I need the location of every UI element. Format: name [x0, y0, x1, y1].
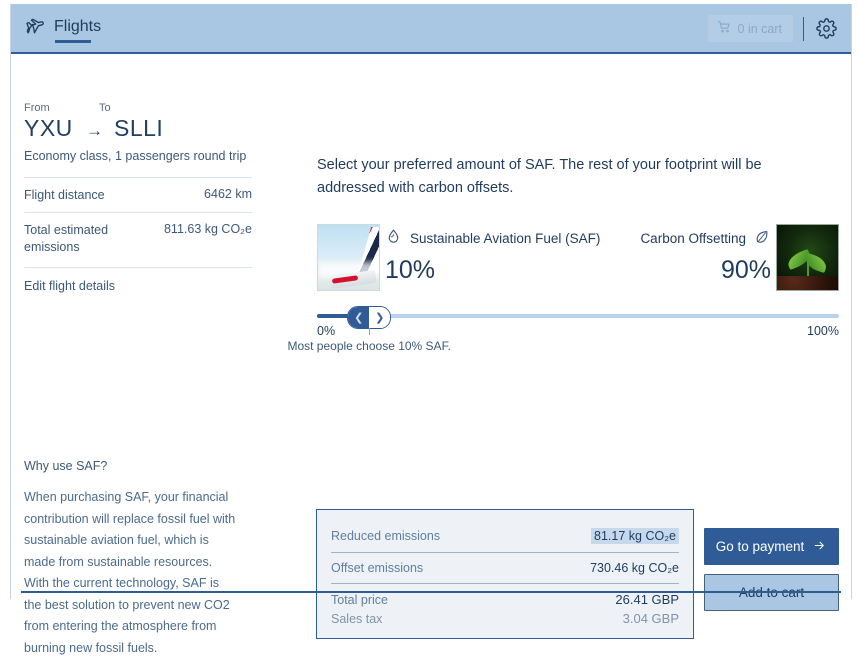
why-saf-title: Why use SAF? [24, 459, 108, 473]
total-emissions-label: Total estimated emissions [24, 223, 109, 254]
offset-emissions-value: 730.46 kg CO₂e [590, 561, 679, 575]
sales-tax-value: 3.04 GBP [622, 611, 679, 626]
cart-button[interactable]: 0 in cart [707, 15, 793, 42]
flight-distance-value: 6462 km [204, 187, 252, 201]
cart-label: 0 in cart [737, 21, 782, 36]
edit-flight-details-link[interactable]: Edit flight details [24, 267, 252, 293]
saf-percent: 10% [385, 256, 436, 284]
total-price-value: 26.41 GBP [615, 592, 679, 607]
offset-option: Carbon Offsetting 90% [640, 224, 771, 283]
soil-layer [777, 276, 838, 290]
tab-active-indicator [55, 39, 91, 43]
green-seedling-photo [776, 224, 839, 291]
footer-divider [21, 591, 841, 593]
plane-icon [25, 17, 44, 41]
content-area: From To YXU → SLLI Economy class, 1 pass… [11, 54, 851, 655]
total-emissions-value: 811.63 kg CO₂e [163, 222, 252, 236]
tab-flights-label: Flights [54, 17, 102, 35]
slider-max-label: 100% [807, 324, 839, 338]
arrow-right-icon [812, 539, 827, 555]
airplane-tail-artwork [318, 225, 379, 290]
offset-title: Carbon Offsetting [640, 230, 746, 246]
slider-increase-button[interactable]: ❯ [369, 307, 391, 328]
saf-option: Sustainable Aviation Fuel (SAF) 10% [385, 224, 600, 283]
seedling-artwork [777, 225, 838, 290]
sales-tax-label: Sales tax [331, 611, 383, 626]
to-label: To [99, 102, 111, 114]
gear-icon[interactable] [814, 16, 839, 41]
saf-heading: Sustainable Aviation Fuel (SAF) [385, 224, 600, 252]
flight-distance-row: Flight distance 6462 km [24, 177, 252, 204]
route-block: From To YXU → SLLI Economy class, 1 pass… [24, 102, 279, 163]
arrow-right-icon: → [86, 121, 104, 140]
lead-instruction: Select your preferred amount of SAF. The… [317, 157, 762, 197]
slider-min-label: 0% [317, 324, 336, 338]
slider-popular-note: Most people choose 10% SAF. [287, 339, 451, 353]
go-to-payment-label: Go to payment [715, 539, 805, 554]
route-codes: YXU → SLLI [24, 115, 279, 142]
saf-selection-pane: Select your preferred amount of SAF. The… [287, 54, 851, 639]
reduced-emissions-row: Reduced emissions 81.17 kg CO₂e [331, 520, 679, 552]
app-header: Flights 0 in cart [11, 4, 851, 54]
slider-decrease-button[interactable]: ❮ [348, 307, 370, 328]
origin-code: YXU [24, 115, 73, 141]
flight-distance-label: Flight distance [24, 188, 105, 202]
sales-tax-row: Sales tax 3.04 GBP [331, 609, 679, 628]
total-price-label: Total price [331, 592, 388, 607]
header-actions: 0 in cart [707, 15, 839, 42]
order-summary-panel: Reduced emissions 81.17 kg CO₂e Offset e… [316, 509, 694, 639]
droplet-icon [385, 228, 402, 248]
checkout-actions: Go to payment Add to cart [704, 528, 839, 611]
cart-icon [717, 20, 731, 37]
slider-track[interactable] [317, 314, 839, 318]
reduced-emissions-value: 81.17 kg CO₂e [591, 528, 679, 544]
app-window: Flights 0 in cart From To YXU → SLLI Eco… [10, 4, 852, 655]
from-label: From [24, 102, 50, 114]
slider-thumb[interactable]: ❮ ❯ [347, 306, 392, 329]
go-to-payment-button[interactable]: Go to payment [704, 528, 839, 565]
header-nav: Flights [25, 17, 102, 43]
offset-heading: Carbon Offsetting [640, 224, 771, 252]
saf-title: Sustainable Aviation Fuel (SAF) [410, 230, 601, 246]
slider-default-tick [369, 328, 371, 335]
destination-code: SLLI [114, 115, 164, 141]
flight-details-pane: From To YXU → SLLI Economy class, 1 pass… [11, 54, 296, 655]
why-saf-body: When purchasing SAF, your financial cont… [24, 490, 236, 655]
trip-summary: Economy class, 1 passengers round trip [24, 149, 247, 163]
header-divider [803, 16, 804, 41]
tab-flights[interactable]: Flights [54, 17, 102, 43]
leaf-icon [754, 228, 771, 248]
why-saf-block: Why use SAF? When purchasing SAF, your f… [24, 459, 239, 659]
offset-emissions-row: Offset emissions 730.46 kg CO₂e [331, 553, 679, 583]
airplane-tail-photo [317, 224, 380, 291]
allocation-options: Sustainable Aviation Fuel (SAF) 10% Carb… [317, 224, 839, 296]
route-endpoint-labels: From To [24, 102, 279, 114]
reduced-emissions-label: Reduced emissions [331, 529, 441, 543]
saf-percentage-slider[interactable]: ❮ ❯ 0% 100% Most people choose 10% SAF. [287, 306, 839, 376]
total-emissions-row: Total estimated emissions 811.63 kg CO₂e [24, 212, 252, 256]
edit-flight-details-label: Edit flight details [24, 279, 116, 293]
offset-percent: 90% [720, 256, 771, 284]
offset-emissions-label: Offset emissions [331, 561, 424, 575]
